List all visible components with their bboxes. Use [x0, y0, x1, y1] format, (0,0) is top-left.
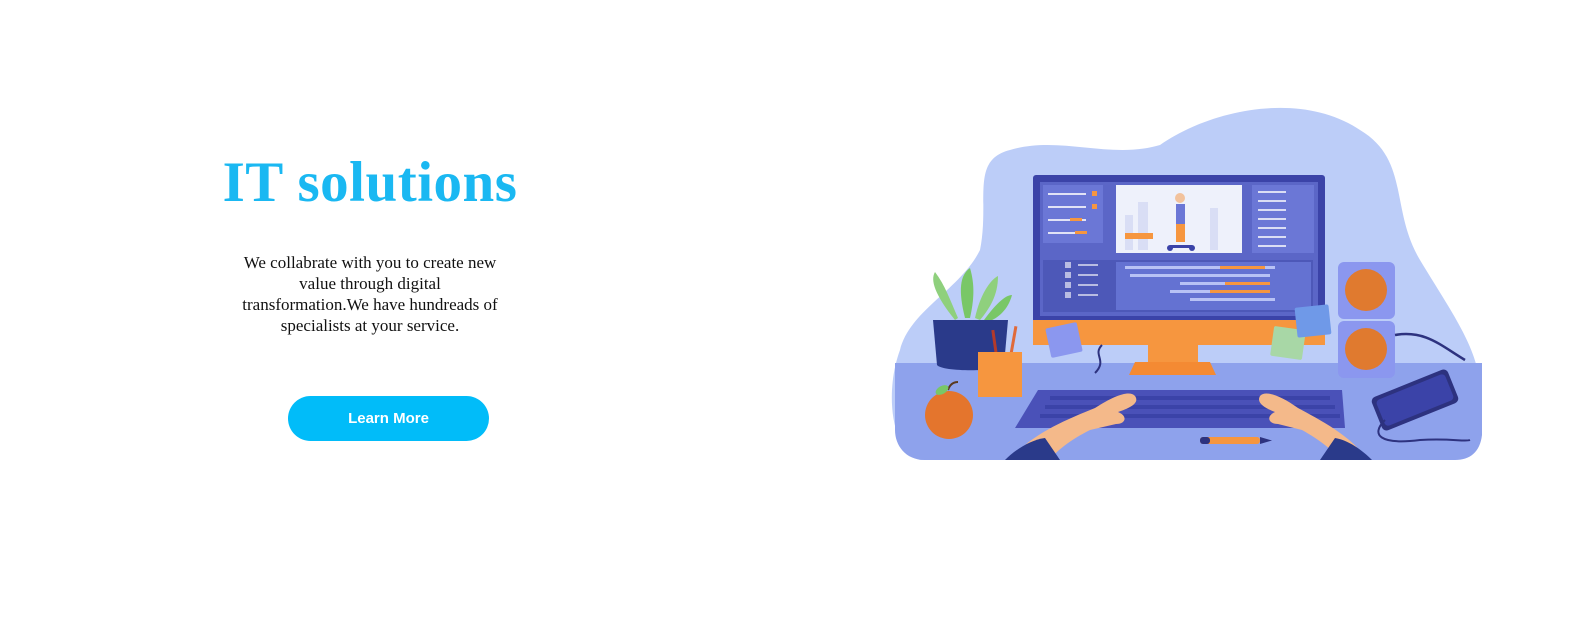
hero-title: IT solutions — [222, 151, 518, 214]
workspace-illustration — [891, 107, 1482, 461]
hero-text-block: IT solutions We collabrate with you to c… — [200, 150, 540, 336]
hero-section: IT solutions We collabrate with you to c… — [0, 0, 1582, 636]
pencil-icon — [1200, 437, 1272, 444]
sticky-note-icon — [1294, 304, 1332, 338]
hero-description: We collabrate with you to create new val… — [242, 253, 498, 335]
learn-more-button[interactable]: Learn More — [288, 396, 489, 441]
monitor-icon — [1033, 175, 1325, 345]
